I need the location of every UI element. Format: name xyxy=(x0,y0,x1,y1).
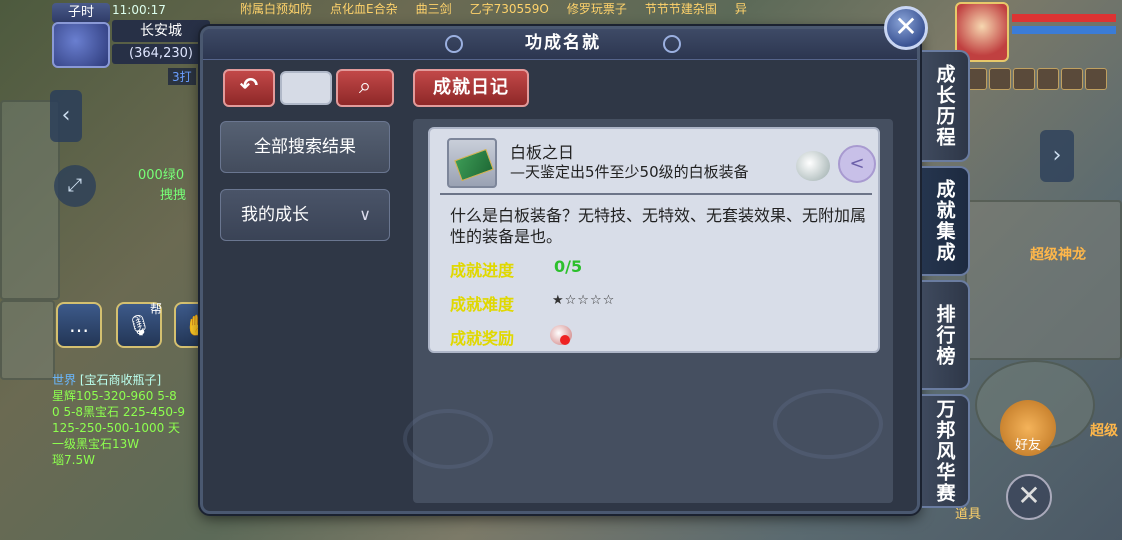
nav-all-results[interactable]: 全部搜索结果 xyxy=(220,121,390,173)
status-icon[interactable] xyxy=(1061,68,1083,90)
chat-bubble-icon: … xyxy=(69,313,89,337)
search-input[interactable] xyxy=(280,71,332,105)
achievement-diary-button[interactable]: 成就日记 xyxy=(413,69,529,107)
reward-label: 成就奖励 xyxy=(450,329,515,348)
party-button[interactable]: 3打 xyxy=(168,68,196,85)
nav-growth-label: 我的成长 xyxy=(241,205,309,225)
chat-line: 瑙7.5W xyxy=(52,453,95,467)
npc-name-label: 超级 xyxy=(1090,423,1118,439)
status-icon[interactable] xyxy=(1037,68,1059,90)
tab-contest[interactable]: 万邦风华赛 xyxy=(922,394,970,508)
circuit-board-icon xyxy=(447,138,497,188)
expand-icon[interactable]: ⤢ xyxy=(54,165,96,207)
search-button[interactable]: ⌕ xyxy=(336,69,394,107)
achievement-subtitle: —天鉴定出5件至少50级的白板装备 xyxy=(510,163,749,181)
world-tag: 世界 xyxy=(52,373,77,387)
achievement-card: 白板之日 —天鉴定出5件至少50级的白板装备 < 什么是白板装备？无特技、无特效… xyxy=(428,127,880,353)
friend-button[interactable]: 好友 xyxy=(1000,400,1056,456)
microphone-icon: 🎙 xyxy=(126,313,152,337)
minimap-icon[interactable] xyxy=(52,22,110,68)
chevron-down-icon: ∨ xyxy=(359,205,371,224)
chat-line: 星辉105-320-960 5-8 xyxy=(52,389,177,403)
chat-button[interactable]: … xyxy=(56,302,102,348)
status-icons xyxy=(965,68,1107,90)
nav-my-growth[interactable]: 我的成长 ∨ xyxy=(220,189,390,241)
title-ornament-icon xyxy=(663,35,681,53)
status-icon[interactable] xyxy=(1013,68,1035,90)
tab-growth-history[interactable]: 成长历程 xyxy=(922,50,970,162)
left-arrow-icon[interactable]: ‹ xyxy=(50,90,82,142)
divider xyxy=(440,193,872,195)
tab-achievement-collection[interactable]: 成就集成 xyxy=(922,166,970,276)
achievement-description: 什么是白板装备？无特技、无特效、无套装效果、无附加属性的装备是也。 xyxy=(450,206,867,246)
npc-label: 拽拽 xyxy=(160,188,187,203)
dialog-close-button[interactable]: ✕ xyxy=(884,6,928,50)
close-icon: ✕ xyxy=(894,10,918,43)
difficulty-stars: ★☆☆☆☆ xyxy=(552,293,616,308)
right-arrow-icon[interactable]: › xyxy=(1040,130,1074,182)
dialog-title: 功成名就 xyxy=(525,33,601,53)
status-icon[interactable] xyxy=(989,68,1011,90)
achievement-medal-icon xyxy=(796,151,830,181)
tab-ranking[interactable]: 排行榜 xyxy=(922,280,970,390)
city-name: 长安城 xyxy=(112,20,210,42)
time-badge: 子时 xyxy=(52,3,110,23)
notification-dot-icon xyxy=(560,335,570,345)
difficulty-label: 成就难度 xyxy=(450,295,515,314)
hud-location: 子时 11:00:17 长安城 (364,230) 3打 xyxy=(0,0,215,95)
scene-pillar xyxy=(0,300,55,380)
back-arrow-icon: ↶ xyxy=(239,74,259,99)
top-banner: 附属白预如防 点化血E合杂 曲三剑 乙字730559O 修罗玩票子 节节节建杂国异 xyxy=(240,2,747,16)
chat-line: 一级黑宝石13W xyxy=(52,437,140,451)
mp-bar xyxy=(1012,26,1116,34)
hp-bar xyxy=(1012,14,1116,22)
coordinates: (364,230) xyxy=(112,44,210,64)
search-icon: ⌕ xyxy=(358,74,372,99)
chat-line: 125-250-500-1000 天 xyxy=(52,421,181,435)
achievement-title: 白板之日 xyxy=(510,143,575,162)
chat-line: [宝石商收瓶子] xyxy=(79,373,162,387)
scene-stairs xyxy=(965,200,1122,360)
achievement-dialog: 功成名就 ↶ ⌕ 成就日记 全部搜索结果 我的成长 ∨ 白板之日 —天鉴定出5件… xyxy=(200,26,920,514)
share-icon: < xyxy=(849,153,865,174)
chat-line: 0 5-8黑宝石 225-450-9 xyxy=(52,405,185,419)
progress-value: 0/5 xyxy=(554,257,583,276)
status-icon[interactable] xyxy=(1085,68,1107,90)
npc-label: 000绿0 xyxy=(138,168,185,183)
close-icon[interactable]: ✕ xyxy=(1006,474,1052,520)
back-button[interactable]: ↶ xyxy=(223,69,275,107)
share-button[interactable]: < xyxy=(838,145,876,183)
world-chat[interactable]: 世界 [宝石商收瓶子] 星辉105-320-960 5-8 0 5-8黑宝石 2… xyxy=(52,372,202,468)
cloud-decoration xyxy=(403,409,493,469)
progress-label: 成就进度 xyxy=(450,261,515,280)
clock: 11:00:17 xyxy=(112,3,166,17)
help-label: 帮 xyxy=(150,302,163,316)
npc-name-label: 超级神龙 xyxy=(1030,247,1086,263)
cloud-decoration xyxy=(773,389,883,459)
